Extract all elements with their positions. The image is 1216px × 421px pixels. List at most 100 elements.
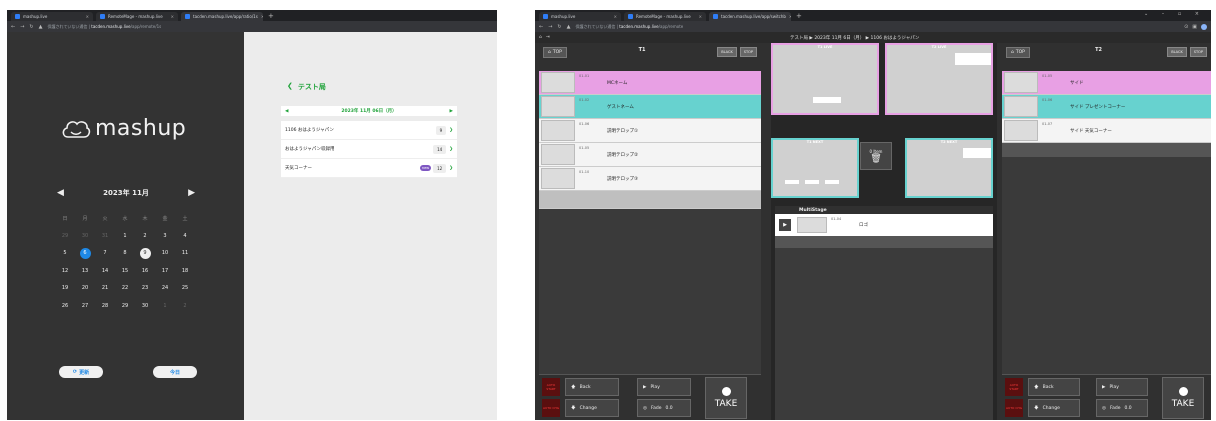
back-icon[interactable]: ← <box>539 24 543 30</box>
calendar-day[interactable]: 18 <box>175 262 195 279</box>
tab-close-icon[interactable]: × <box>699 14 702 19</box>
tab-close-icon[interactable]: × <box>171 14 174 19</box>
calendar-day[interactable]: 9 <box>135 245 155 262</box>
window-controls[interactable]: ⌄ – ▫ × <box>1144 11 1205 17</box>
top-button[interactable]: ⌂ TOP <box>543 47 567 58</box>
auto-change-button[interactable]: AUTO CHG <box>542 399 560 417</box>
browser-tab[interactable]: RemoteMage - mashup.live × <box>624 12 706 21</box>
change-button[interactable]: 🡇 Change <box>1028 399 1080 417</box>
tab-close-icon[interactable]: × <box>789 14 791 19</box>
calendar-day[interactable]: 19 <box>55 280 75 297</box>
forward-icon[interactable]: → <box>548 24 552 30</box>
calendar-day[interactable]: 5 <box>55 245 75 262</box>
back-icon[interactable]: ← <box>11 24 15 30</box>
browser-tab-active[interactable]: tacden.mashup.live/app/ratio/1s × <box>181 12 263 21</box>
calendar-day[interactable]: 3 <box>155 227 175 244</box>
browser-tab[interactable]: mashup.live × <box>539 12 621 21</box>
calendar-day[interactable]: 17 <box>155 262 175 279</box>
take-button[interactable]: TAKE <box>1162 377 1204 419</box>
calendar-day[interactable]: 4 <box>175 227 195 244</box>
program-item[interactable]: 1106 おはようジャパン 9 ❯ <box>281 121 457 140</box>
prev-day-icon[interactable]: ◀ <box>285 109 288 114</box>
prev-month-icon[interactable]: ◀ <box>57 188 64 198</box>
play-icon[interactable]: ▶ <box>779 219 791 231</box>
calendar-day[interactable]: 26 <box>55 297 75 314</box>
collapse-icon[interactable]: ⇥ <box>546 35 550 40</box>
calendar-day[interactable]: 7 <box>95 245 115 262</box>
black-button[interactable]: BLACK <box>1167 47 1187 57</box>
calendar-day[interactable]: 24 <box>155 280 175 297</box>
telop-row[interactable]: 01-10 説明テロップ③ <box>539 167 761 191</box>
calendar-day[interactable]: 27 <box>75 297 95 314</box>
auto-start-button[interactable]: AUTO START <box>1005 378 1023 396</box>
calendar-day[interactable]: 20 <box>75 280 95 297</box>
calendar-day[interactable]: 10 <box>155 245 175 262</box>
black-button[interactable]: BLACK <box>717 47 737 57</box>
telop-row[interactable]: 01-05 説明テロップ② <box>539 143 761 167</box>
next-month-icon[interactable]: ▶ <box>188 188 195 198</box>
tab-close-icon[interactable]: × <box>261 14 263 19</box>
telop-row[interactable]: 01-01 MCネーム <box>539 71 761 95</box>
reload-icon[interactable]: ↻ <box>557 24 561 30</box>
telop-row[interactable]: 01-02 ゲストネーム <box>539 95 761 119</box>
program-item[interactable]: 天気コーナー new 12 ❯ <box>281 159 457 178</box>
new-tab-icon[interactable]: + <box>268 12 274 20</box>
tab-close-icon[interactable]: × <box>614 14 617 19</box>
calendar-day[interactable]: 1 <box>155 297 175 314</box>
trash-button[interactable]: 0 Item 🗑 <box>860 142 892 170</box>
calendar-day[interactable]: 22 <box>115 280 135 297</box>
telop-row[interactable]: 01-07 サイド 天気コーナー <box>1002 119 1211 143</box>
calendar-day[interactable]: 28 <box>95 297 115 314</box>
take-button[interactable]: TAKE <box>705 377 747 419</box>
calendar-day[interactable]: 13 <box>75 262 95 279</box>
today-button[interactable]: 今日 <box>153 366 197 378</box>
telop-row[interactable]: 01-06 サイド プレゼントコーナー <box>1002 95 1211 119</box>
calendar-day[interactable]: 21 <box>95 280 115 297</box>
avatar[interactable] <box>1201 23 1207 30</box>
program-item[interactable]: おはようジャパン収録用 14 ❯ <box>281 140 457 159</box>
update-button[interactable]: ⟳ 更新 <box>59 366 103 378</box>
home-icon[interactable]: ⌂ <box>539 35 542 40</box>
back-button[interactable]: 🡅 Back <box>565 378 619 396</box>
calendar-day[interactable]: 15 <box>115 262 135 279</box>
browser-tab[interactable]: RemoteMage - mashup.live × <box>96 12 178 21</box>
calendar-day[interactable]: 2 <box>175 297 195 314</box>
auto-change-button[interactable]: AUTO CHG <box>1005 399 1023 417</box>
calendar-day[interactable]: 29 <box>55 227 75 244</box>
back-chevron-icon[interactable]: ❮ <box>287 82 293 92</box>
calendar-day[interactable]: 16 <box>135 262 155 279</box>
telop-row[interactable]: 01-06 説明テロップ① <box>539 119 761 143</box>
stop-button[interactable]: STOP <box>1189 47 1207 57</box>
browser-tab-active[interactable]: tacden.mashup.live/app/switchb × <box>709 12 791 21</box>
sidebar-icon[interactable]: ▣ <box>1192 24 1197 30</box>
calendar-day[interactable]: 25 <box>175 280 195 297</box>
next-day-icon[interactable]: ▶ <box>450 109 453 114</box>
forward-icon[interactable]: → <box>20 24 24 30</box>
new-tab-icon[interactable]: + <box>796 12 802 20</box>
change-button[interactable]: 🡇 Change <box>565 399 619 417</box>
calendar-day[interactable]: 6 <box>75 245 95 262</box>
back-button[interactable]: 🡅 Back <box>1028 378 1080 396</box>
top-button[interactable]: ⌂ TOP <box>1006 47 1030 58</box>
calendar-day[interactable]: 29 <box>115 297 135 314</box>
calendar-day[interactable]: 2 <box>135 227 155 244</box>
calendar-day[interactable]: 12 <box>55 262 75 279</box>
auto-start-button[interactable]: AUTO START <box>542 378 560 396</box>
reload-icon[interactable]: ↻ <box>29 24 33 30</box>
telop-row[interactable]: 01-05 サイド <box>1002 71 1211 95</box>
multistage-row[interactable]: ▶ 01-04 ロゴ <box>775 214 993 236</box>
calendar-day[interactable]: 30 <box>75 227 95 244</box>
calendar-day[interactable]: 14 <box>95 262 115 279</box>
url-field[interactable]: 保護されていない通信 | tacden.mashup.live/app/remo… <box>47 24 161 30</box>
play-button[interactable]: ▶ Play <box>637 378 691 396</box>
url-field[interactable]: 保護されていない通信 | tacden.mashup.live/app/remo… <box>575 24 683 30</box>
browser-tab[interactable]: mashup.live × <box>11 12 93 21</box>
stop-button[interactable]: STOP <box>739 47 757 57</box>
play-button[interactable]: ▶ Play <box>1096 378 1148 396</box>
extension-icon[interactable]: ⊙ <box>1184 24 1188 30</box>
fade-button[interactable]: ◎ Fade 0.0 <box>637 399 691 417</box>
calendar-day[interactable]: 23 <box>135 280 155 297</box>
fade-button[interactable]: ◎ Fade 0.0 <box>1096 399 1148 417</box>
calendar-day[interactable]: 30 <box>135 297 155 314</box>
tab-close-icon[interactable]: × <box>86 14 89 19</box>
